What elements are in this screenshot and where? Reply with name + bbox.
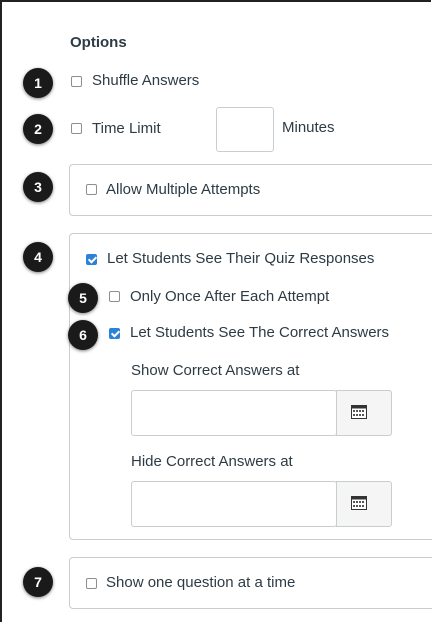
see-quiz-responses-checkbox[interactable] [86, 254, 97, 265]
allow-multiple-attempts-checkbox[interactable] [86, 184, 97, 195]
hide-correct-answers-label: Hide Correct Answers at [131, 453, 293, 470]
one-question-at-a-time-label[interactable]: Show one question at a time [106, 574, 295, 591]
show-correct-answers-date-input[interactable] [131, 390, 337, 436]
see-quiz-responses-label[interactable]: Let Students See Their Quiz Responses [107, 250, 374, 267]
step-badge-1: 1 [23, 68, 53, 98]
step-badge-5: 5 [68, 283, 98, 313]
calendar-icon [351, 496, 367, 510]
calendar-icon [351, 405, 367, 419]
show-correct-answers-calendar-button[interactable] [336, 390, 392, 436]
see-correct-answers-label[interactable]: Let Students See The Correct Answers [130, 324, 389, 341]
time-limit-minutes-input[interactable] [216, 107, 274, 152]
only-once-label[interactable]: Only Once After Each Attempt [130, 288, 329, 305]
step-badge-3: 3 [23, 172, 53, 202]
step-badge-7: 7 [23, 567, 53, 597]
options-heading: Options [70, 34, 127, 51]
only-once-checkbox[interactable] [109, 291, 120, 302]
show-correct-answers-label: Show Correct Answers at [131, 362, 300, 379]
hide-correct-answers-date-input[interactable] [131, 481, 337, 527]
shuffle-answers-label[interactable]: Shuffle Answers [92, 72, 199, 89]
step-badge-6: 6 [68, 320, 98, 350]
one-question-at-a-time-checkbox[interactable] [86, 578, 97, 589]
time-limit-label[interactable]: Time Limit [92, 120, 161, 137]
step-badge-4: 4 [23, 242, 53, 272]
allow-multiple-attempts-label[interactable]: Allow Multiple Attempts [106, 181, 260, 198]
shuffle-answers-checkbox[interactable] [71, 76, 82, 87]
see-correct-answers-checkbox[interactable] [109, 328, 120, 339]
step-badge-2: 2 [23, 114, 53, 144]
time-limit-checkbox[interactable] [71, 123, 82, 134]
minutes-unit-label: Minutes [282, 119, 335, 136]
hide-correct-answers-calendar-button[interactable] [336, 481, 392, 527]
